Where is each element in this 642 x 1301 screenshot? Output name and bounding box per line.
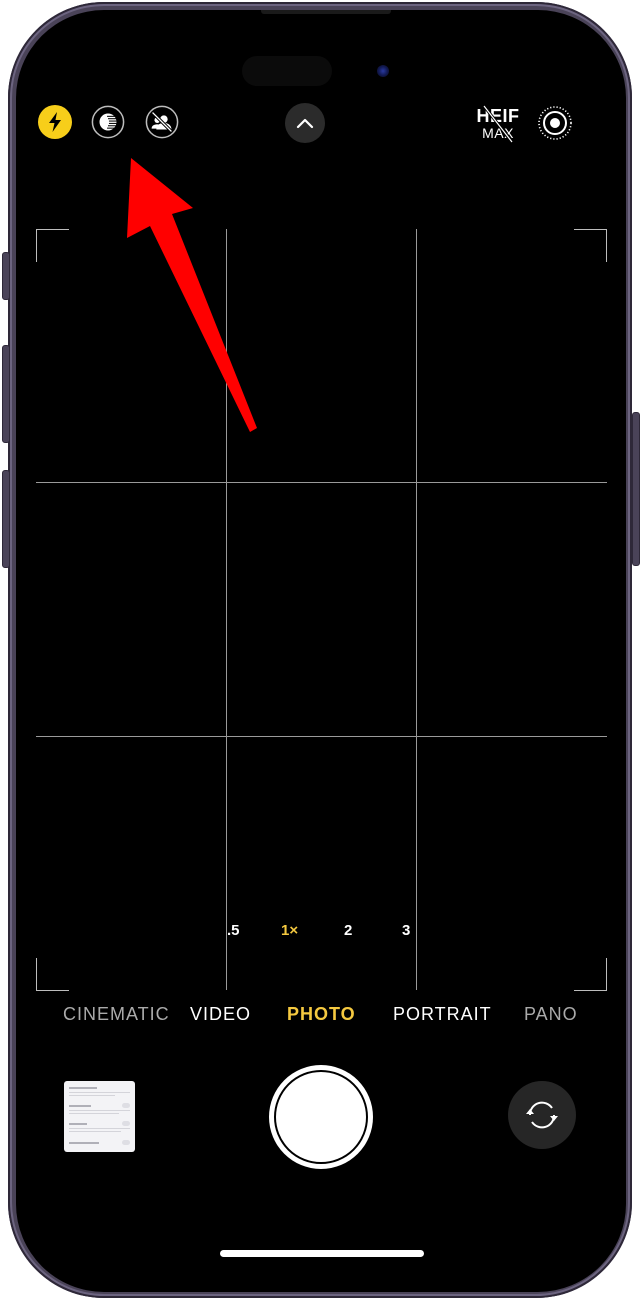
flash-button[interactable] bbox=[38, 105, 72, 139]
grid-line-vertical-right bbox=[416, 229, 417, 990]
dynamic-island bbox=[242, 56, 332, 86]
mode-photo[interactable]: PHOTO bbox=[287, 1004, 356, 1025]
camera-flip-icon bbox=[526, 1101, 558, 1129]
grid-line-horizontal-top bbox=[36, 482, 607, 483]
grid-line-horizontal-bottom bbox=[36, 736, 607, 737]
viewfinder-corner-bottom-left bbox=[36, 958, 69, 991]
side-power-button bbox=[632, 412, 640, 566]
night-mode-icon bbox=[91, 105, 125, 139]
format-off-slash-icon bbox=[482, 105, 514, 143]
home-indicator[interactable] bbox=[220, 1250, 424, 1257]
chevron-up-icon bbox=[296, 118, 314, 129]
zoom-3x[interactable]: 3 bbox=[402, 922, 410, 939]
mode-portrait[interactable]: PORTRAIT bbox=[393, 1004, 492, 1025]
last-photo-thumbnail[interactable] bbox=[64, 1081, 135, 1152]
viewfinder-corner-top-right bbox=[574, 229, 607, 262]
expand-controls-button[interactable] bbox=[285, 103, 325, 143]
zoom-2x[interactable]: 2 bbox=[344, 922, 352, 939]
zoom-0-5x[interactable]: .5 bbox=[227, 922, 240, 939]
flash-icon bbox=[49, 112, 61, 132]
night-mode-button[interactable] bbox=[91, 105, 125, 139]
mode-video[interactable]: VIDEO bbox=[190, 1004, 251, 1025]
heif-max-toggle[interactable]: HEIF MAX bbox=[474, 104, 522, 144]
zoom-1x[interactable]: 1× bbox=[281, 922, 298, 939]
portrait-off-icon bbox=[145, 105, 179, 139]
viewfinder-corner-top-left bbox=[36, 229, 69, 262]
live-photo-icon bbox=[538, 106, 572, 140]
volume-up-button bbox=[2, 345, 10, 443]
mode-cinematic[interactable]: CINEMATIC bbox=[63, 1004, 170, 1025]
portrait-off-button[interactable] bbox=[145, 105, 179, 139]
viewfinder-corner-bottom-right bbox=[574, 958, 607, 991]
volume-down-button bbox=[2, 470, 10, 568]
live-photo-button[interactable] bbox=[536, 104, 574, 142]
camera-flip-button[interactable] bbox=[508, 1081, 576, 1149]
grid-line-vertical-left bbox=[226, 229, 227, 990]
front-camera-lens bbox=[377, 65, 389, 77]
mode-pano[interactable]: PANO bbox=[524, 1004, 578, 1025]
action-button bbox=[2, 252, 10, 300]
earpiece bbox=[261, 10, 391, 14]
shutter-button[interactable] bbox=[269, 1065, 373, 1169]
shutter-inner-circle bbox=[274, 1070, 368, 1164]
